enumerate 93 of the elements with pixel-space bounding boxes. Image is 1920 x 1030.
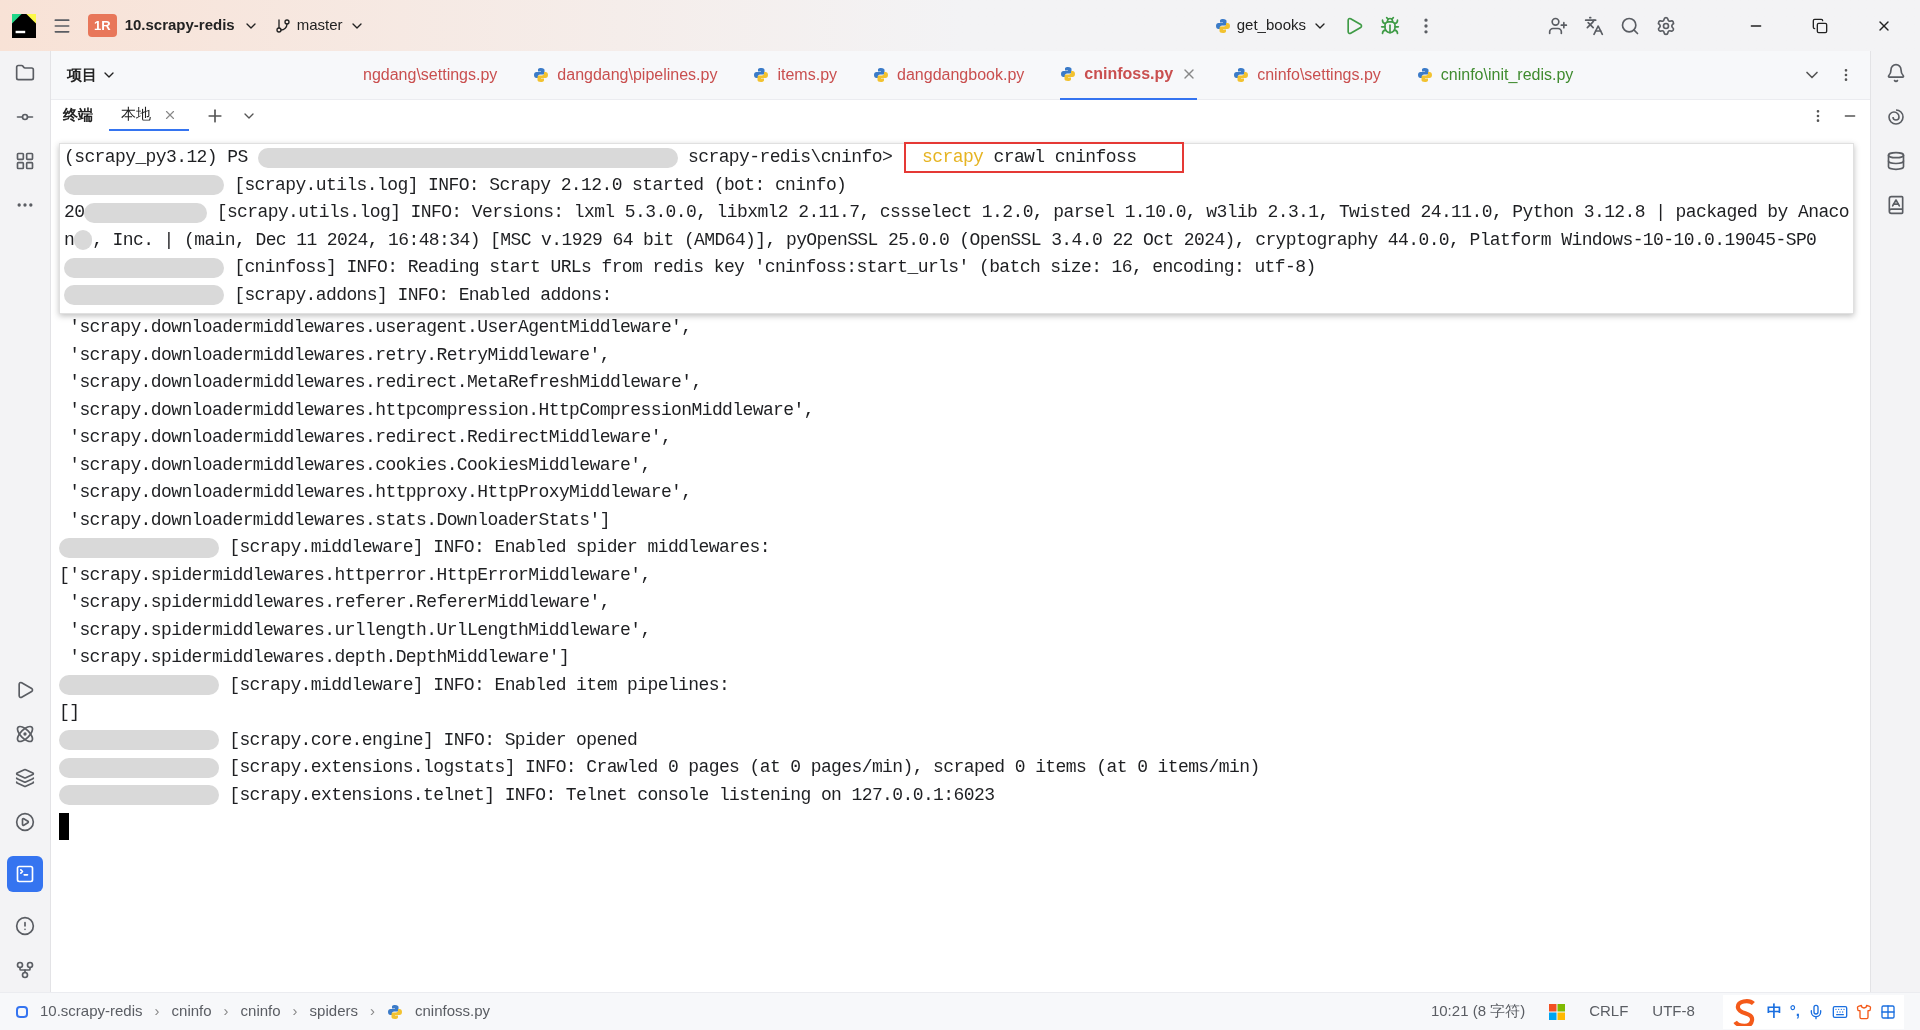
terminal-tool-button[interactable] — [7, 856, 43, 892]
shirt-icon[interactable] — [1856, 1003, 1872, 1020]
microphone-icon[interactable] — [1808, 1003, 1824, 1020]
keyboard-icon[interactable] — [1832, 1003, 1848, 1020]
branch-icon — [274, 17, 291, 34]
terminal-text: n — [64, 228, 75, 252]
spiral-icon[interactable] — [1885, 107, 1906, 127]
breadcrumb-item[interactable]: 10.scrapy-redis — [40, 1000, 143, 1023]
terminal-text: 'scrapy.spidermiddlewares.referer.RefererMiddleware', — [68, 591, 610, 615]
search-icon[interactable] — [1620, 15, 1640, 36]
python-file-icon — [1233, 67, 1250, 83]
terminal-text: [scrapy.utils.log] INFO: Scrapy 2.12.0 started (bot: cninfo) — [233, 173, 847, 197]
editor-tab[interactable]: cninfo\init_redis.py — [1416, 50, 1574, 100]
breadcrumb-item[interactable]: cninfoss.py — [414, 1000, 490, 1023]
terminal-text: 'scrapy.spidermiddlewares.urllength.UrlLengthMiddleware', — [68, 618, 651, 642]
database-icon[interactable] — [1885, 151, 1906, 171]
terminal-text: ['scrapy.spidermiddlewares.httperror.HttpErrorMiddleware', — [59, 563, 651, 587]
cursor — [59, 813, 69, 840]
python-file-icon — [1416, 67, 1433, 83]
terminal-text: 'scrapy.downloadermiddlewares.redirect.RedirectMiddleware', — [68, 426, 672, 450]
git-icon[interactable] — [15, 960, 35, 980]
terminal-text: [scrapy.utils.log] INFO: Versions: lxml 5.3.0.0, libxml2 2.11.7, cssselect 1.2.0, parsel 1.10.0, w3lib 2.3.1, Twisted 24.11.0, Python 3.12.8 | packaged by Anaco — [215, 201, 1849, 225]
terminal-text: [scrapy.addons] INFO: Enabled addons: — [233, 283, 612, 307]
terminal-text: (scrapy_py3.12) PS — [64, 146, 249, 170]
ime-punctuation[interactable]: °, — [1789, 1000, 1800, 1023]
terminal-text: [scrapy.middleware] INFO: Enabled item pipelines: — [228, 673, 730, 697]
breadcrumb-separator: › — [369, 1001, 375, 1022]
restore-icon[interactable] — [1812, 17, 1828, 34]
grid-icon[interactable] — [1880, 1003, 1896, 1020]
project-switcher[interactable]: 1R 10.scrapy-redis — [88, 13, 259, 38]
folder-icon[interactable] — [15, 63, 35, 83]
terminal-title: 终端 — [63, 105, 93, 126]
terminal-text: , Inc. | (main, Dec 11 2024, 16:48:34) [MSC v.1929 64 bit (AMD64)], pyOpenSSL 25.0.0 (OpenSSL 3.4.0 22 Oct 2024), cryptography 44.0.0, Platform Windows-10-10.0.19045-SP0 — [92, 228, 1817, 252]
terminal-text: [scrapy.core.engine] INFO: Spider opened — [228, 728, 638, 752]
ime-mode[interactable]: 中 — [1766, 1000, 1782, 1023]
breadcrumb-separator: › — [292, 1001, 298, 1022]
run-icon[interactable] — [15, 680, 35, 700]
breadcrumb-separator: › — [154, 1001, 160, 1022]
services-icon[interactable] — [15, 812, 35, 832]
windows-logo-icon — [1549, 1003, 1566, 1020]
app-logo-icon — [12, 13, 36, 38]
run-icon[interactable] — [1344, 15, 1364, 36]
python-file-icon — [386, 1003, 403, 1020]
translate-icon[interactable] — [1584, 15, 1604, 36]
settings-icon[interactable] — [1656, 15, 1676, 36]
layers-icon[interactable] — [15, 768, 35, 788]
breadcrumb-separator: › — [223, 1001, 229, 1022]
terminal-text: 'scrapy.spidermiddlewares.depth.DepthMiddleware'] — [68, 646, 570, 670]
bug-icon[interactable] — [1380, 15, 1400, 36]
terminal-text: 'scrapy.downloadermiddlewares.httpcompression.HttpCompressionMiddleware', — [68, 398, 814, 422]
editor-tab[interactable]: items.py — [753, 50, 838, 100]
terminal-text: [] — [59, 701, 80, 725]
breadcrumb-item[interactable]: cninfo — [240, 1000, 281, 1023]
editor-tab[interactable]: ngdang\settings.py — [363, 50, 498, 100]
terminal-text: 'scrapy.downloadermiddlewares.stats.DownloaderStats'] — [68, 508, 610, 532]
blurred-block — [74, 230, 93, 251]
python-file-icon — [1214, 17, 1231, 34]
terminal-text: 'scrapy.downloadermiddlewares.redirect.MetaRefreshMiddleware', — [68, 371, 702, 395]
python-file-icon — [753, 67, 770, 83]
terminal-tab[interactable]: 本地 — [109, 100, 189, 131]
structure-icon[interactable] — [15, 151, 35, 171]
editor-tab[interactable]: dangdang\pipelines.py — [533, 50, 718, 100]
project-panel-toggle[interactable]: 项目 — [51, 63, 133, 87]
terminal-text: [scrapy.middleware] INFO: Enabled spider middlewares: — [228, 536, 770, 560]
terminal-text: scrapy-redis\cninfo> — [687, 146, 893, 170]
terminal-text: [cninfoss] INFO: Reading start URLs from redis key 'cninfoss:start_urls' (batch size: 16, encoding: utf-8) — [233, 256, 1316, 280]
terminal-text: 'scrapy.downloadermiddlewares.cookies.CookiesMiddleware', — [68, 453, 651, 477]
python-file-icon — [533, 67, 550, 83]
python-file-icon — [873, 67, 890, 83]
editor-tab[interactable]: dangdangbook.py — [873, 50, 1025, 100]
file-encoding[interactable]: UTF-8 — [1652, 1000, 1695, 1023]
terminal-text: 'scrapy.downloadermiddlewares.retry.RetryMiddleware', — [68, 343, 610, 367]
project-badge: 1R — [88, 13, 117, 38]
problems-icon[interactable] — [15, 916, 35, 936]
notifications-icon[interactable] — [1885, 63, 1906, 83]
breadcrumb-item[interactable]: spiders — [309, 1000, 358, 1023]
terminal-text: 20 — [64, 201, 85, 225]
branch-switcher[interactable]: master — [274, 14, 365, 37]
command-highlight: scrapy crawl cninfoss — [904, 142, 1185, 174]
cursor-position[interactable]: 10:21 (8 字符) — [1430, 1000, 1526, 1023]
breadcrumb-item[interactable]: cninfo — [171, 1000, 212, 1023]
python-file-icon — [1060, 66, 1077, 82]
terminal-text: [scrapy.extensions.logstats] INFO: Crawled 0 pages (at 0 pages/min), scraped 0 items (at 0 items/min) — [228, 756, 1260, 780]
line-ending[interactable]: CRLF — [1589, 1000, 1629, 1023]
editor-tab[interactable]: cninfo\settings.py — [1233, 50, 1381, 100]
terminal-text: [scrapy.extensions.telnet] INFO: Telnet console listening on 127.0.0.1:6023 — [228, 783, 995, 807]
terminal-icon — [15, 864, 35, 884]
user-add-icon[interactable] — [1548, 15, 1568, 36]
terminal-text: 'scrapy.downloadermiddlewares.useragent.UserAgentMiddleware', — [68, 316, 692, 340]
editor-tab[interactable]: cninfoss.py — [1060, 50, 1198, 100]
terminal-text: 'scrapy.downloadermiddlewares.httpproxy.HttpProxyMiddleware', — [68, 481, 692, 505]
run-config-selector[interactable]: get_books — [1214, 14, 1328, 37]
module-icon — [16, 1005, 28, 1018]
